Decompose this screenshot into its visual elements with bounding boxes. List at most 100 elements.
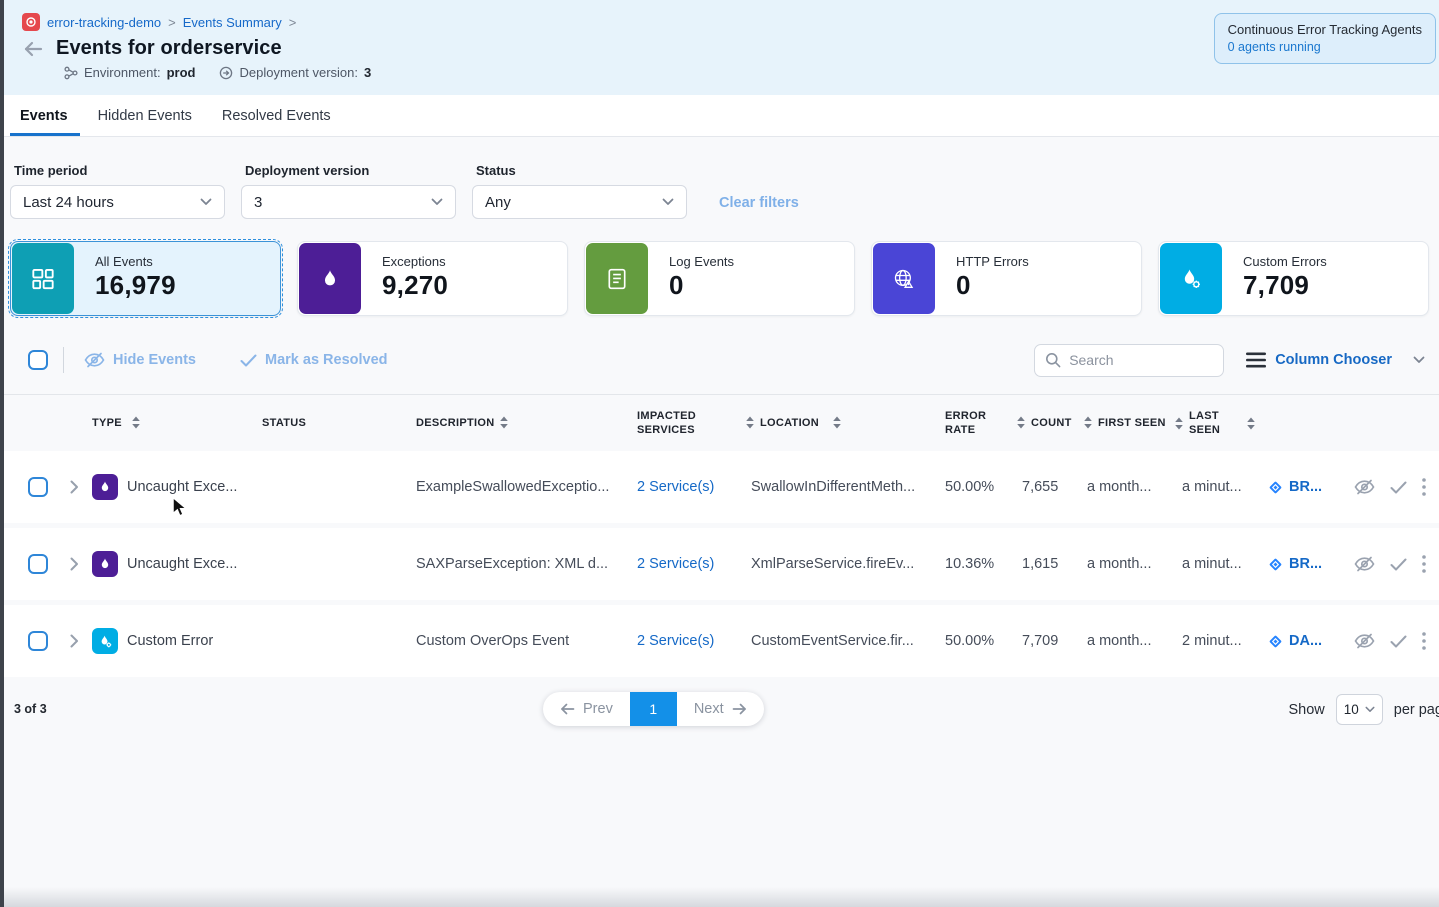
- status-select[interactable]: Any: [472, 185, 687, 219]
- error-tracking-app-icon: [22, 13, 40, 31]
- stat-card-http-errors[interactable]: HTTP Errors 0: [871, 241, 1142, 316]
- resolve-event-icon[interactable]: [1390, 558, 1407, 571]
- stat-card-exceptions[interactable]: Exceptions 9,270: [297, 241, 568, 316]
- tab-hidden-events[interactable]: Hidden Events: [96, 95, 194, 136]
- table-row[interactable]: Uncaught Exce... ExampleSwallowedExcepti…: [0, 451, 1439, 523]
- column-header-location[interactable]: LOCATION: [737, 416, 935, 430]
- stat-card-custom-errors[interactable]: Custom Errors 7,709: [1158, 241, 1429, 316]
- row-checkbox[interactable]: [28, 477, 48, 497]
- flame-icon: [92, 474, 118, 500]
- agents-running-link[interactable]: 0 agents running: [1228, 40, 1422, 54]
- column-header-impacted-services[interactable]: IMPACTED SERVICES: [627, 409, 737, 438]
- deployment-version-label: Deployment version: [241, 163, 456, 178]
- stat-card-log-events[interactable]: Log Events 0: [584, 241, 855, 316]
- first-seen: a month...: [1079, 633, 1170, 649]
- event-count: 7,655: [1012, 479, 1079, 495]
- row-checkbox[interactable]: [28, 631, 48, 651]
- stat-card-value: 9,270: [382, 270, 448, 301]
- prev-page-button[interactable]: Prev: [543, 692, 630, 726]
- impacted-services-link[interactable]: 2 Service(s): [637, 479, 714, 495]
- sort-icon[interactable]: [1016, 416, 1026, 429]
- sort-icon[interactable]: [1083, 416, 1093, 429]
- sort-icon[interactable]: [499, 416, 509, 429]
- event-location: XmlParseService.fireEv...: [737, 556, 935, 572]
- table-header-row: TYPE STATUS DESCRIPTION IMPACTED SERVICE…: [0, 394, 1439, 451]
- impacted-services-link[interactable]: 2 Service(s): [637, 633, 714, 649]
- ticket-link[interactable]: BR...: [1268, 556, 1340, 572]
- bottom-shadow: [0, 887, 1439, 907]
- environment-icon: [64, 66, 78, 80]
- kebab-menu-icon[interactable]: [1422, 632, 1426, 650]
- hide-event-icon[interactable]: [1354, 556, 1375, 572]
- agents-status-panel: Continuous Error Tracking Agents 0 agent…: [1214, 13, 1436, 64]
- kebab-menu-icon[interactable]: [1422, 555, 1426, 573]
- deployment-version-select[interactable]: 3: [241, 185, 456, 219]
- row-expander[interactable]: [64, 634, 84, 648]
- stat-card-all-events[interactable]: All Events 16,979: [10, 241, 281, 316]
- deployment-icon: [219, 66, 233, 80]
- clear-filters-button[interactable]: Clear filters: [719, 195, 799, 211]
- mark-resolved-button[interactable]: Mark as Resolved: [240, 352, 388, 368]
- hide-event-icon[interactable]: [1354, 633, 1375, 649]
- event-location: CustomEventService.fir...: [737, 633, 935, 649]
- table-row[interactable]: Uncaught Exce... SAXParseException: XML …: [0, 528, 1439, 600]
- column-header-type[interactable]: TYPE: [92, 416, 252, 430]
- column-header-description[interactable]: DESCRIPTION: [406, 416, 627, 430]
- sort-icon[interactable]: [745, 416, 755, 429]
- next-page-button[interactable]: Next: [677, 692, 764, 726]
- filters-row: Time period Last 24 hours Deployment ver…: [0, 137, 1439, 219]
- event-type: Uncaught Exce...: [127, 556, 237, 572]
- time-period-select[interactable]: Last 24 hours: [10, 185, 225, 219]
- agents-panel-title: Continuous Error Tracking Agents: [1228, 22, 1422, 37]
- select-all-checkbox[interactable]: [28, 350, 48, 370]
- deployment-meta: Deployment version: 3: [219, 65, 371, 80]
- status-filter: Status Any: [472, 163, 687, 219]
- hide-events-button[interactable]: Hide Events: [84, 352, 196, 368]
- mark-resolved-label: Mark as Resolved: [265, 352, 388, 368]
- page-size-select[interactable]: 10: [1336, 694, 1383, 725]
- column-header-first-seen[interactable]: FIRST SEEN: [1079, 416, 1170, 430]
- hide-event-icon[interactable]: [1354, 479, 1375, 495]
- globe-error-icon: [892, 267, 916, 291]
- stat-card-label: Custom Errors: [1243, 254, 1327, 269]
- flame-gear-icon: [92, 628, 118, 654]
- ticket-link[interactable]: DA...: [1268, 633, 1340, 649]
- pagination-control: Prev 1 Next: [543, 692, 764, 726]
- back-arrow-icon[interactable]: [22, 39, 44, 59]
- time-period-label: Time period: [10, 163, 225, 178]
- row-expander[interactable]: [64, 480, 84, 494]
- impacted-services-link[interactable]: 2 Service(s): [637, 556, 714, 572]
- tab-events[interactable]: Events: [18, 95, 70, 136]
- stat-card-label: Exceptions: [382, 254, 448, 269]
- column-chooser-button[interactable]: Column Chooser: [1246, 352, 1425, 368]
- sort-icon[interactable]: [131, 416, 141, 429]
- tab-resolved-events[interactable]: Resolved Events: [220, 95, 333, 136]
- search-icon: [1045, 352, 1061, 368]
- resolve-event-icon[interactable]: [1390, 635, 1407, 648]
- ticket-link[interactable]: BR...: [1268, 479, 1340, 495]
- sort-icon[interactable]: [1174, 417, 1184, 430]
- column-header-count[interactable]: COUNT: [1012, 416, 1079, 430]
- column-header-error-rate[interactable]: ERROR RATE: [935, 409, 1012, 438]
- bulk-action-bar: Hide Events Mark as Resolved Column Choo…: [0, 342, 1439, 378]
- table-row[interactable]: Custom Error Custom OverOps Event 2 Serv…: [0, 605, 1439, 677]
- sort-icon[interactable]: [1246, 417, 1256, 430]
- search-input[interactable]: [1069, 352, 1213, 368]
- resolve-event-icon[interactable]: [1390, 481, 1407, 494]
- kebab-menu-icon[interactable]: [1422, 478, 1426, 496]
- row-expander[interactable]: [64, 557, 84, 571]
- event-description: Custom OverOps Event: [406, 633, 627, 649]
- column-chooser-label: Column Chooser: [1275, 352, 1392, 368]
- stat-card-value: 16,979: [95, 270, 176, 301]
- row-checkbox[interactable]: [28, 554, 48, 574]
- page-number-button[interactable]: 1: [630, 692, 677, 726]
- first-seen: a month...: [1079, 556, 1170, 572]
- column-header-last-seen[interactable]: LAST SEEN: [1170, 409, 1256, 438]
- sort-icon[interactable]: [832, 416, 842, 429]
- stat-card-value: 0: [669, 270, 734, 301]
- event-count: 7,709: [1012, 633, 1079, 649]
- jira-diamond-icon: [1268, 480, 1283, 495]
- breadcrumb-project-link[interactable]: error-tracking-demo: [47, 15, 161, 30]
- arrow-right-icon: [732, 703, 747, 715]
- breadcrumb-section-link[interactable]: Events Summary: [183, 15, 282, 30]
